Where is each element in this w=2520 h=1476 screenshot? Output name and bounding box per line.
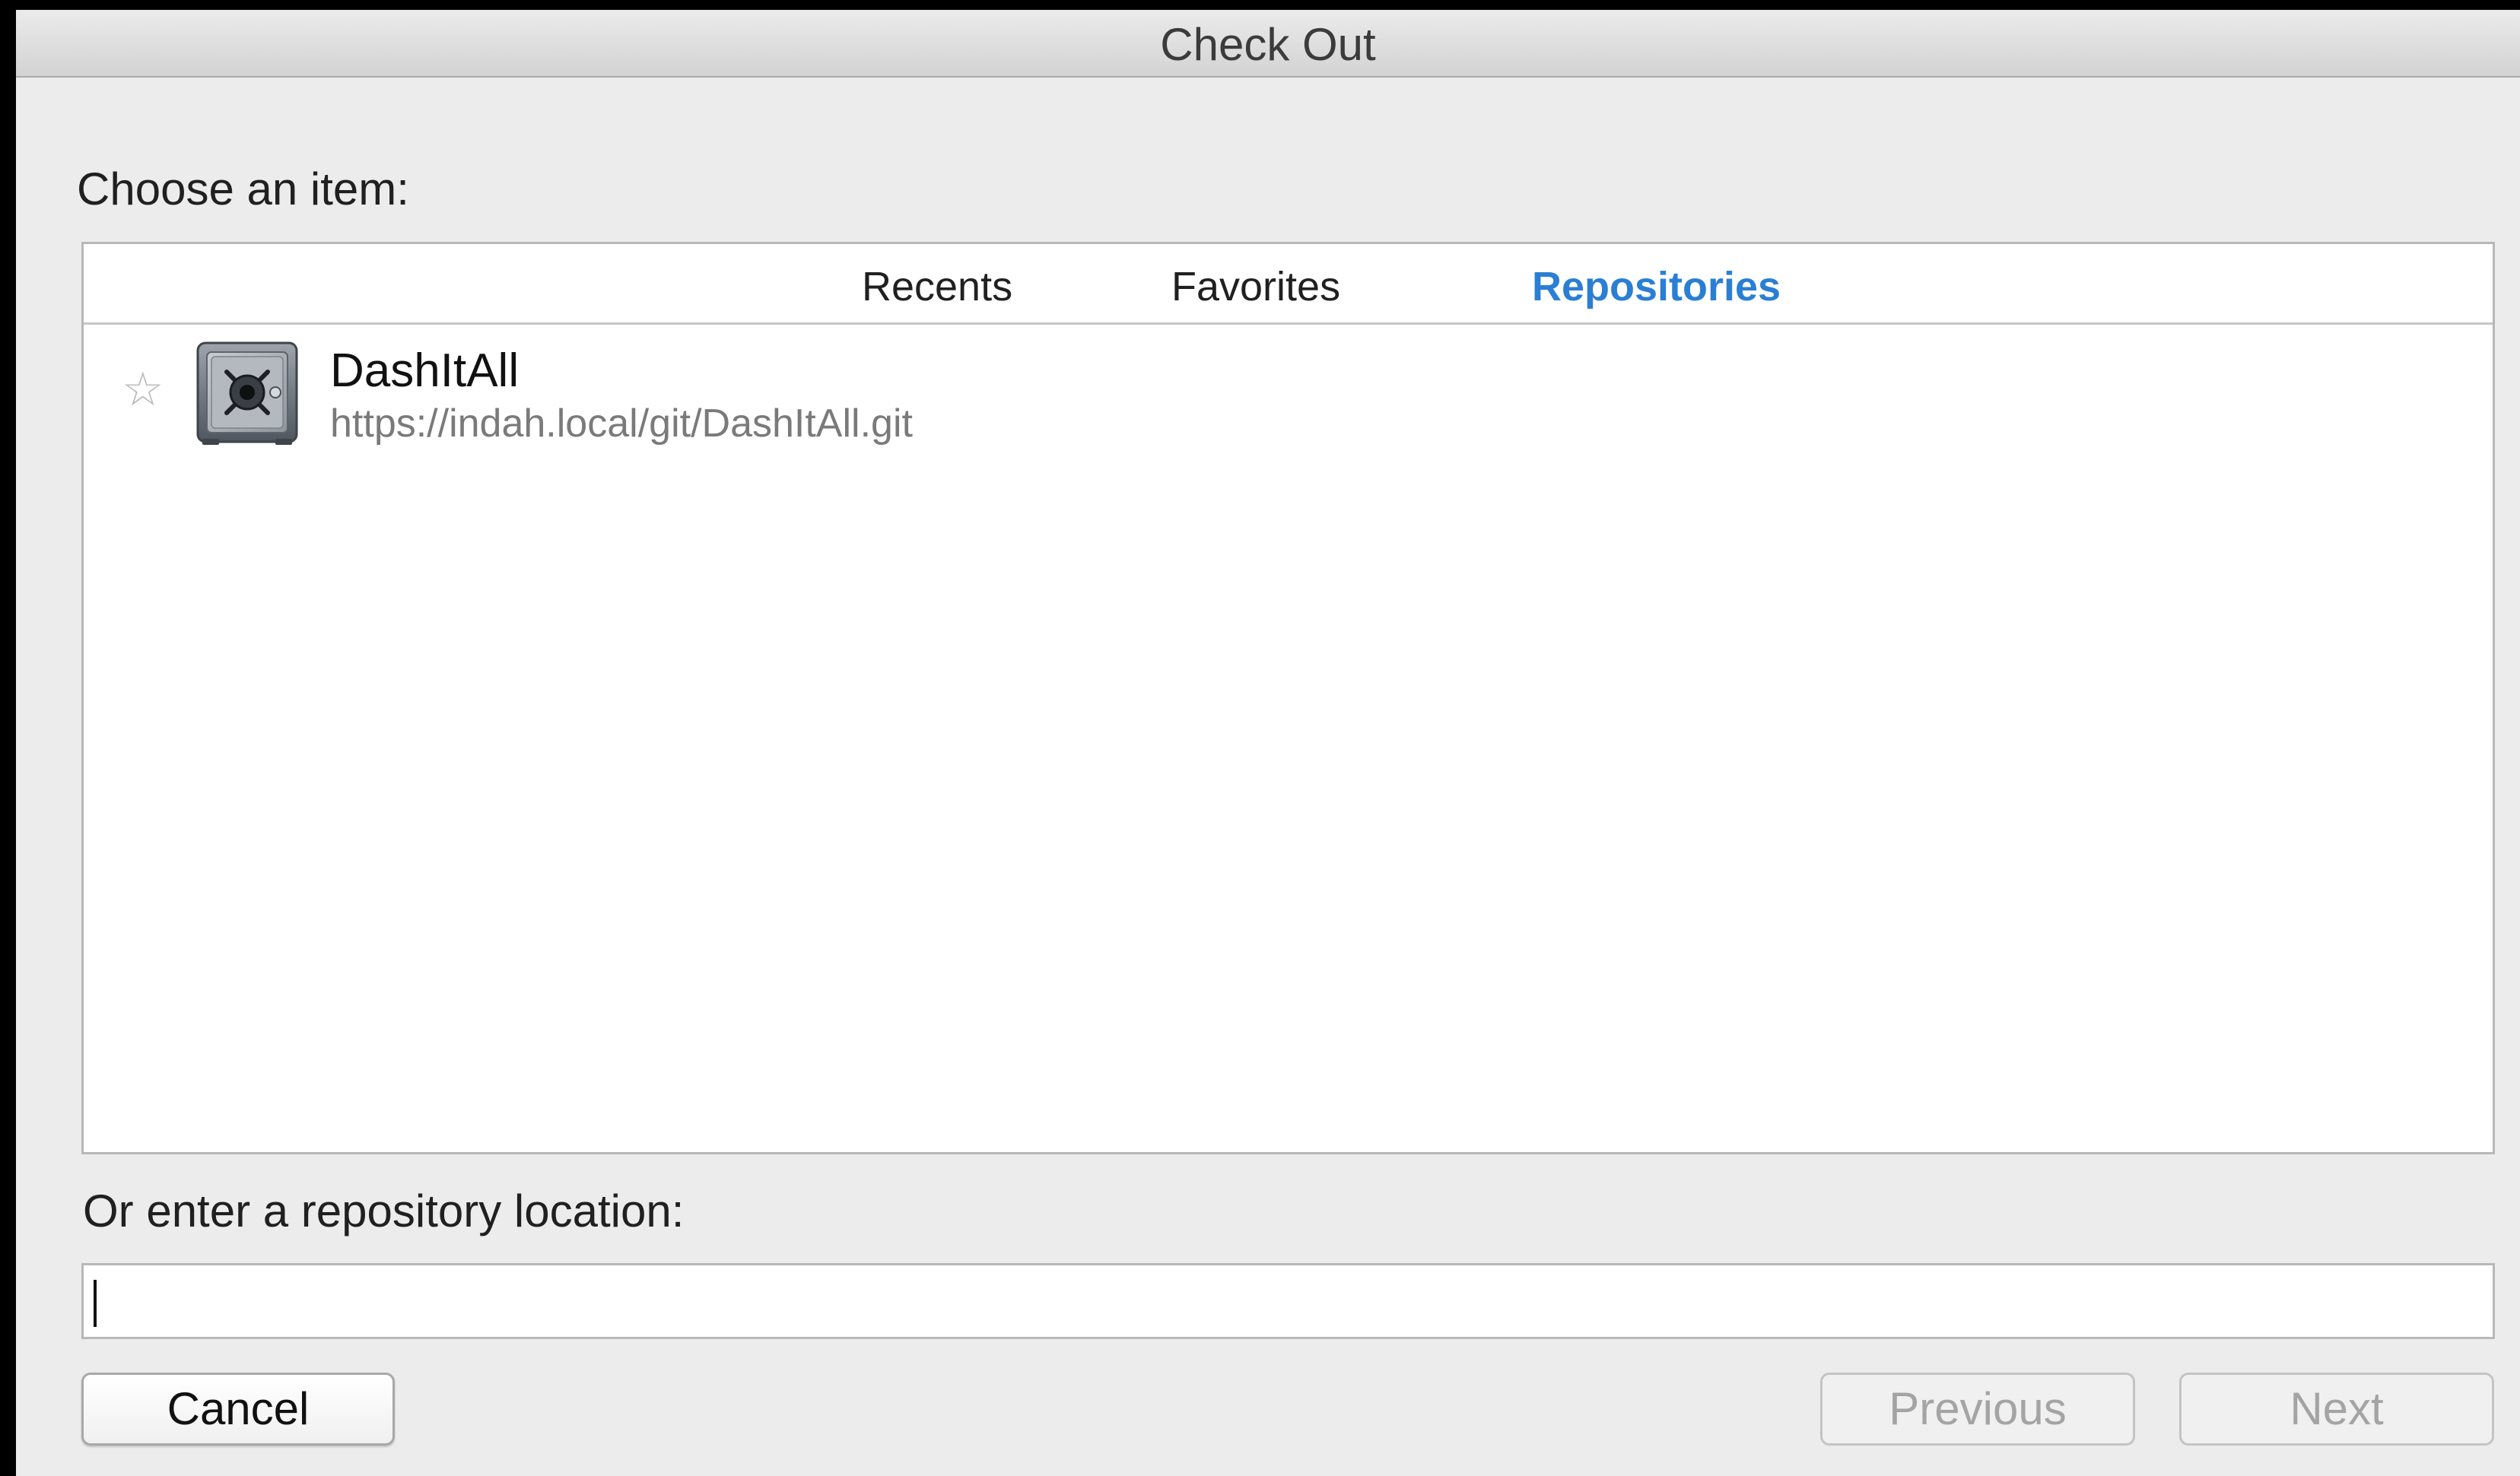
item-list: Recents Favorites Repositories ☆ DashItA… — [81, 242, 2495, 1154]
check-out-sheet: Check Out Choose an item: Recents Favori… — [16, 10, 2520, 1476]
title-bar: Check Out — [16, 10, 2520, 78]
tab-repositories[interactable]: Repositories — [1532, 259, 1781, 314]
favorite-star-icon[interactable]: ☆ — [122, 367, 164, 414]
repository-name: DashItAll — [330, 344, 520, 397]
repository-location-label: Or enter a repository location: — [83, 1186, 685, 1236]
repository-url: https://indah.local/git/DashItAll.git — [330, 402, 913, 446]
screen: Check Out Choose an item: Recents Favori… — [0, 0, 2520, 1476]
choose-item-label: Choose an item: — [77, 163, 409, 214]
next-button[interactable]: Next — [2179, 1373, 2494, 1446]
previous-button[interactable]: Previous — [1820, 1373, 2135, 1446]
repository-list-item[interactable]: ☆ DashItAll https://indah.local/git/Dash… — [84, 325, 2493, 450]
cancel-button[interactable]: Cancel — [81, 1373, 395, 1446]
safe-vault-icon — [196, 341, 298, 445]
window-title: Check Out — [1160, 19, 1376, 70]
tab-recents[interactable]: Recents — [862, 259, 1012, 314]
text-caret — [94, 1280, 97, 1327]
tab-favorites[interactable]: Favorites — [1171, 259, 1340, 314]
tab-bar: Recents Favorites Repositories — [84, 244, 2493, 325]
repository-location-input[interactable] — [81, 1263, 2495, 1339]
